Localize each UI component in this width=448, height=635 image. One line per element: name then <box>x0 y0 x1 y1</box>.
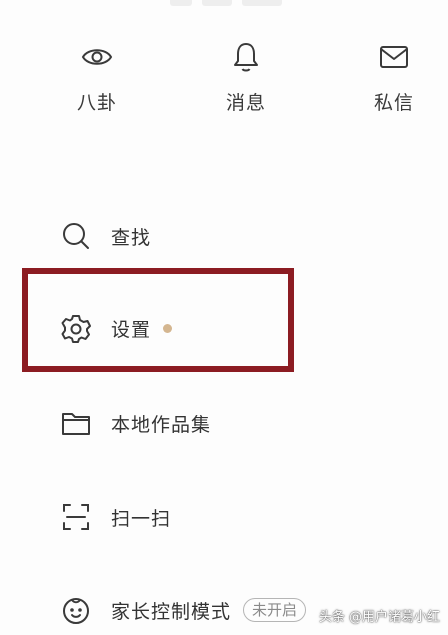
menu-item-scan[interactable]: 扫一扫 <box>60 497 171 537</box>
search-label: 查找 <box>111 226 152 249</box>
scan-label: 扫一扫 <box>111 507 172 530</box>
watermark: 头条 @用户诸葛小红 <box>318 610 440 625</box>
scan-icon <box>60 501 92 533</box>
menu-item-local-works[interactable]: 本地作品集 <box>60 403 211 443</box>
bell-icon <box>229 40 263 74</box>
menu-page: 八卦 消息 私信 查找 设置 本地作品集 扫一扫 家长控制模式 未开启 头条 @… <box>0 0 448 635</box>
top-shortcut-row: 八卦 消息 私信 <box>0 40 448 120</box>
menu-item-search[interactable]: 查找 <box>60 216 151 256</box>
search-icon <box>60 220 92 252</box>
envelope-icon <box>377 40 411 74</box>
folder-icon <box>60 407 92 439</box>
gossip-label: 八卦 <box>76 92 117 114</box>
menu-item-parental-control[interactable]: 家长控制模式 未开启 <box>60 590 307 630</box>
messages-shortcut[interactable]: 消息 <box>206 40 286 115</box>
gossip-shortcut[interactable]: 八卦 <box>57 40 137 115</box>
direct-messages-label: 私信 <box>373 92 414 114</box>
eye-icon <box>80 40 114 74</box>
local-works-label: 本地作品集 <box>111 413 212 436</box>
parental-control-label: 家长控制模式 <box>111 600 232 623</box>
child-face-icon <box>60 594 92 626</box>
direct-messages-shortcut[interactable]: 私信 <box>354 40 434 115</box>
parental-status-badge: 未开启 <box>243 598 307 622</box>
annotation-highlight-box <box>22 268 294 372</box>
cropped-header-fragment <box>170 0 300 8</box>
messages-label: 消息 <box>225 92 266 114</box>
